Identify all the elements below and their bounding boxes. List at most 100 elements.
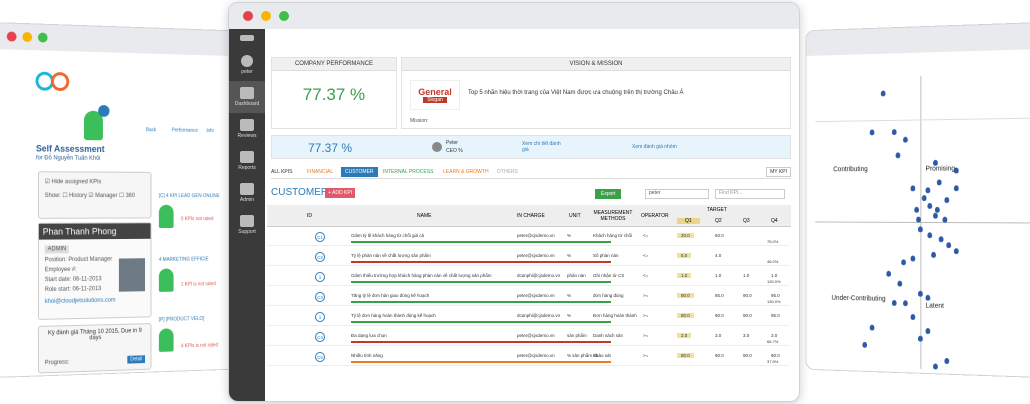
sidebar-item-reports[interactable]: Reports — [229, 145, 265, 177]
kpi-name: Tỷ lệ phàn nàn về chất lượng sản phẩm — [351, 253, 431, 258]
person-point-icon[interactable] — [944, 197, 950, 203]
table-row[interactable]: C2 Tỷ lệ phàn nàn về chất lượng sản phẩm p… — [267, 249, 789, 266]
hide-kpis-checkbox[interactable]: ☑ Hide assigned KPIs — [45, 178, 102, 185]
kpi-title[interactable]: 4 MARKETING EFFICIE — [159, 257, 209, 263]
kpi-id-badge[interactable]: C3 — [315, 292, 325, 302]
person-point-icon[interactable] — [933, 212, 938, 219]
maximize-dot-icon[interactable] — [37, 32, 48, 43]
minimize-dot-icon[interactable] — [261, 11, 271, 21]
kpi-title[interactable]: [P] [PRODUCT VELO] — [159, 316, 204, 323]
kpi-id-badge[interactable]: 1 — [315, 272, 325, 282]
reviews-icon — [240, 119, 254, 131]
person-point-icon[interactable] — [886, 270, 892, 277]
kpi-percent: 37.5% — [767, 359, 779, 364]
person-point-icon[interactable] — [931, 251, 936, 258]
person-point-icon[interactable] — [933, 159, 938, 166]
person-point-icon[interactable] — [895, 152, 901, 159]
tab-learn-growth[interactable]: LEARN & GROWTH — [443, 169, 489, 175]
sidebar-item-support[interactable]: Support — [229, 209, 265, 241]
sidebar-item-peter[interactable]: peter — [229, 49, 265, 81]
maximize-dot-icon[interactable] — [279, 11, 289, 21]
person-point-icon[interactable] — [880, 90, 886, 97]
tab-internal-process[interactable]: INTERNAL PROCESS — [383, 169, 433, 175]
kpi-search-input[interactable]: Find KPI... — [715, 189, 785, 199]
manager-label[interactable]: Manager — [95, 193, 117, 199]
person-point-icon[interactable] — [903, 136, 908, 143]
person-point-icon[interactable] — [925, 294, 931, 301]
team-review-link[interactable]: Xem đánh giá nhóm — [632, 144, 677, 150]
kpi-id-badge[interactable]: C5 — [315, 352, 325, 362]
sidebar-item-admin[interactable]: Admin — [229, 177, 265, 209]
kpi-title[interactable]: [C] 4 KPI LEAD GEN ONLINE — [159, 193, 220, 199]
add-kpi-button[interactable]: + ADD KPI — [325, 188, 356, 198]
minimize-dot-icon[interactable] — [22, 31, 33, 43]
person-point-icon[interactable] — [953, 248, 959, 255]
person-point-icon[interactable] — [933, 363, 938, 370]
history-label[interactable]: History — [69, 193, 87, 199]
table-row[interactable]: C4 Đa dạng lựa chọn peter@cjsdemo.vn sản ph… — [267, 329, 789, 346]
person-point-icon[interactable] — [910, 255, 916, 262]
person-point-icon[interactable] — [914, 206, 919, 213]
detail-button[interactable]: Detail — [127, 355, 145, 364]
person-point-icon[interactable] — [869, 324, 875, 331]
person-point-icon[interactable] — [910, 313, 916, 320]
close-dot-icon[interactable] — [243, 11, 253, 21]
kpi-id-badge[interactable]: C1 — [315, 232, 325, 242]
review-detail-link[interactable]: Xem chi tiết đánh giá — [522, 141, 562, 153]
email-link[interactable]: khoi@cloudjetsolutions.com — [45, 298, 116, 305]
kpi-id-badge[interactable]: C4 — [315, 332, 325, 342]
export-button[interactable]: Export — [595, 189, 622, 199]
person-point-icon[interactable] — [927, 232, 933, 239]
person-point-icon[interactable] — [953, 167, 959, 174]
person-point-icon[interactable] — [903, 300, 908, 307]
person-point-icon[interactable] — [862, 341, 868, 348]
person-point-icon[interactable] — [891, 129, 897, 135]
my-kpi-button[interactable]: MY KPI — [766, 167, 791, 177]
person-point-icon[interactable] — [927, 202, 933, 209]
sidebar-item-label: peter — [241, 69, 253, 75]
table-row[interactable]: C5 Nhiều tính năng peter@cjsdemo.vn% sản p… — [267, 349, 789, 366]
person-point-icon[interactable] — [936, 179, 942, 186]
r360-label[interactable]: 360 — [126, 193, 135, 199]
progress-bar — [351, 281, 611, 283]
nav-performance[interactable]: Performance — [172, 128, 198, 134]
person-point-icon[interactable] — [953, 185, 959, 192]
user-search-input[interactable]: peter — [645, 189, 709, 199]
tab-financial[interactable]: FINANCIAL — [307, 169, 333, 175]
person-point-icon[interactable] — [921, 195, 927, 201]
person-point-icon[interactable] — [942, 216, 948, 223]
sidebar-item-dashboard[interactable]: Dashboard — [229, 81, 265, 113]
person-point-icon[interactable] — [918, 335, 923, 342]
person-point-icon[interactable] — [925, 187, 931, 194]
nav-info[interactable]: Info — [206, 128, 214, 134]
menu-toggle[interactable] — [229, 29, 265, 49]
person-point-icon[interactable] — [918, 290, 923, 297]
quadrant-label: Under-Contributing — [831, 294, 886, 303]
person-point-icon[interactable] — [944, 357, 950, 364]
person-point-icon[interactable] — [901, 259, 906, 266]
kpi-id-badge[interactable]: C2 — [315, 252, 325, 262]
person-point-icon[interactable] — [897, 280, 903, 287]
person-point-icon[interactable] — [916, 216, 921, 223]
person-point-icon[interactable] — [946, 242, 952, 249]
kpi-id-badge[interactable]: 1 — [315, 312, 325, 322]
tab-all-kpis[interactable]: ALL KPIS — [271, 169, 293, 175]
company-performance-card: COMPANY PERFORMANCE 77.37 % — [271, 57, 397, 129]
sidebar-item-reviews[interactable]: Reviews — [229, 113, 265, 145]
person-point-icon[interactable] — [925, 328, 931, 335]
person-point-icon[interactable] — [938, 236, 944, 243]
nav-back[interactable]: Back — [146, 127, 156, 133]
close-dot-icon[interactable] — [6, 31, 17, 42]
tab-customer[interactable]: CUSTOMER — [341, 167, 378, 177]
person-point-icon[interactable] — [918, 226, 923, 233]
person-point-icon[interactable] — [891, 299, 897, 306]
person-point-icon[interactable] — [869, 129, 875, 136]
table-row[interactable]: C3 Tăng tỷ lệ đơn hàn giao đúng kế hoạch p… — [267, 289, 789, 306]
table-row[interactable]: 1 Tỷ lệ đơn hàng hoàn thành đúng kế hoạch… — [267, 309, 789, 326]
table-row[interactable]: 1 Giảm thiểu trường hợp khách hàng phàn n… — [267, 269, 789, 286]
person-icon — [158, 204, 174, 229]
person-point-icon[interactable] — [910, 185, 916, 192]
table-row[interactable]: C1 Giảm tỷ lệ khách hàng từ chối giá cả pe… — [267, 229, 789, 246]
performance-value: 77.37 % — [302, 85, 366, 104]
tab-others[interactable]: OTHERS — [497, 169, 518, 175]
